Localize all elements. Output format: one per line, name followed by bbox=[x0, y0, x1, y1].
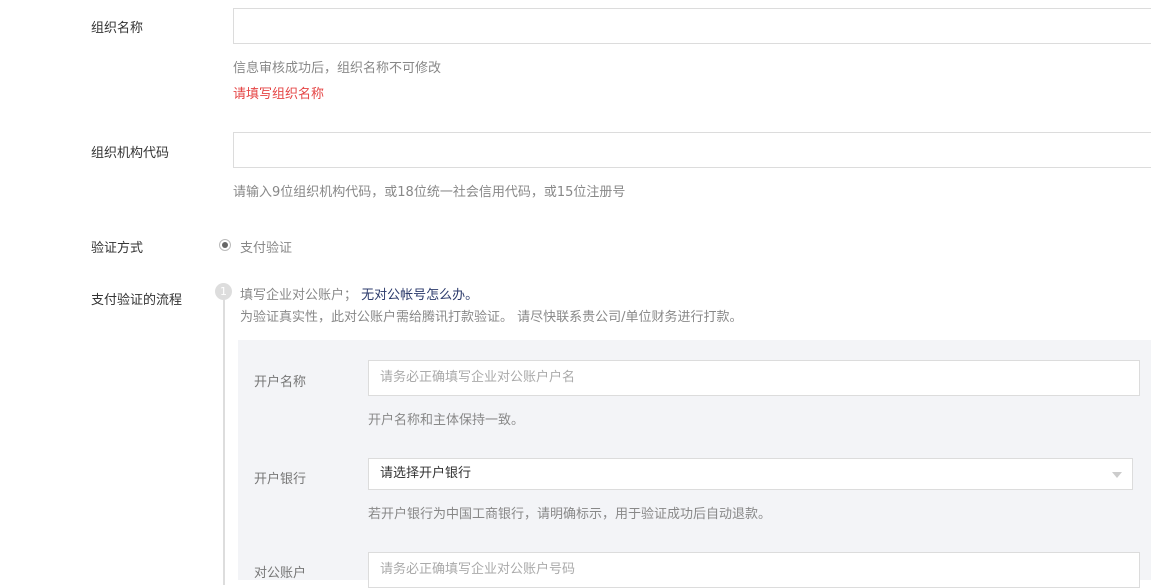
org-name-input[interactable] bbox=[233, 8, 1151, 44]
account-no-label: 对公账户 bbox=[254, 566, 307, 581]
account-name-hint: 开户名称和主体保持一致。 bbox=[368, 413, 525, 428]
flow-desc: 为验证真实性，此对公账户需给腾讯打款验证。 请尽快联系贵公司/单位财务进行打款。 bbox=[240, 310, 743, 325]
bank-select[interactable]: 请选择开户银行 bbox=[368, 458, 1133, 490]
bank-select-value: 请选择开户银行 bbox=[380, 466, 472, 481]
org-code-hint: 请输入9位组织机构代码，或18位统一社会信用代码，或15位注册号 bbox=[233, 185, 626, 200]
chevron-down-icon bbox=[1112, 472, 1122, 478]
no-account-link[interactable]: 无对公帐号怎么办。 bbox=[361, 288, 478, 303]
account-name-placeholder: 请务必正确填写企业对公账户户名 bbox=[380, 370, 576, 385]
org-code-input[interactable] bbox=[233, 132, 1151, 168]
org-name-label: 组织名称 bbox=[91, 21, 144, 36]
account-no-input[interactable]: 请务必正确填写企业对公账户号码 bbox=[368, 552, 1140, 588]
org-name-error: 请填写组织名称 bbox=[233, 87, 325, 102]
step-line bbox=[223, 295, 225, 585]
bank-hint: 若开户银行为中国工商银行，请明确标示，用于验证成功后自动退款。 bbox=[368, 507, 772, 522]
account-name-input[interactable]: 请务必正确填写企业对公账户户名 bbox=[368, 360, 1140, 396]
account-name-label: 开户名称 bbox=[254, 375, 307, 390]
org-code-label: 组织机构代码 bbox=[91, 146, 170, 161]
flow-step-text: 填写企业对公账户； bbox=[240, 288, 358, 303]
flow-step: 填写企业对公账户； 无对公帐号怎么办。 bbox=[240, 284, 478, 303]
payment-verify-radio[interactable] bbox=[219, 239, 231, 251]
bank-label: 开户银行 bbox=[254, 472, 307, 487]
account-no-placeholder: 请务必正确填写企业对公账户号码 bbox=[380, 562, 576, 577]
flow-label: 支付验证的流程 bbox=[91, 293, 183, 308]
payment-verify-option[interactable]: 支付验证 bbox=[240, 237, 292, 256]
org-name-hint: 信息审核成功后，组织名称不可修改 bbox=[233, 61, 442, 76]
step-number-icon: 1 bbox=[215, 283, 232, 300]
verify-method-label: 验证方式 bbox=[91, 241, 144, 256]
